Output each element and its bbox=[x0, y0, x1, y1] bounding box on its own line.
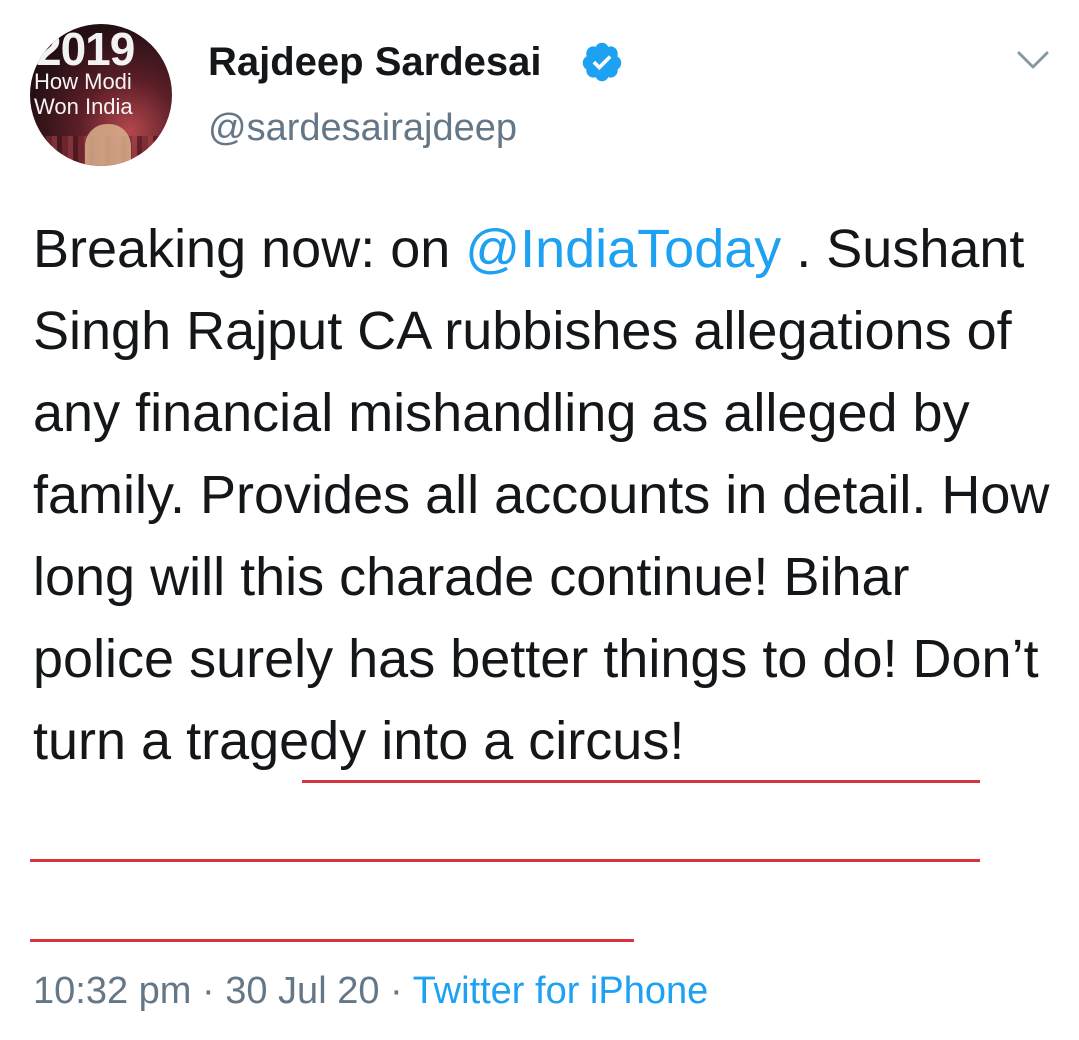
author-handle[interactable]: @sardesairajdeep bbox=[208, 105, 517, 151]
meta-separator-1: · bbox=[191, 970, 226, 1012]
avatar-caption-line-1: How Modi bbox=[34, 69, 132, 94]
avatar-caption-line-2: Won India bbox=[34, 94, 133, 119]
avatar-figure-graphic bbox=[85, 124, 131, 166]
red-underline-3 bbox=[30, 939, 634, 942]
chevron-down-icon[interactable] bbox=[1015, 48, 1051, 72]
tweet-source-link[interactable]: Twitter for iPhone bbox=[413, 970, 709, 1012]
tweet-time[interactable]: 10:32 pm bbox=[33, 970, 191, 1012]
red-underline-2 bbox=[30, 859, 980, 862]
meta-separator-2: · bbox=[379, 970, 413, 1012]
avatar[interactable]: 2019 How Modi Won India bbox=[30, 24, 172, 166]
tweet-text: Breaking now: on @IndiaToday . Sushant S… bbox=[33, 208, 1063, 782]
tweet-date[interactable]: 30 Jul 20 bbox=[225, 970, 379, 1012]
tweet-text-part-1: Breaking now: on bbox=[33, 219, 466, 279]
verified-badge-icon bbox=[582, 42, 622, 82]
author-display-name[interactable]: Rajdeep Sardesai bbox=[208, 38, 542, 86]
avatar-year-text: 2019 bbox=[36, 24, 135, 75]
mention-link[interactable]: @IndiaToday bbox=[465, 219, 781, 279]
tweet-meta: 10:32 pm · 30 Jul 20 · Twitter for iPhon… bbox=[33, 966, 708, 1016]
red-underline-1 bbox=[302, 780, 980, 783]
